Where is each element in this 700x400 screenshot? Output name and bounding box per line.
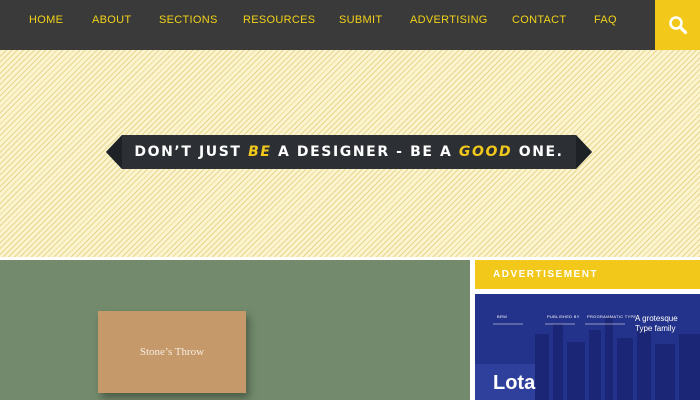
search-icon (668, 16, 687, 35)
business-card: Stone’s Throw (98, 311, 246, 393)
nav-item-home[interactable]: HOME (29, 14, 63, 26)
tagline-part: DON’T JUST (134, 144, 249, 160)
nav-item-about[interactable]: ABOUT (92, 14, 131, 26)
business-card-text: Stone’s Throw (139, 346, 205, 358)
ad-tagline: A grotesque Type family (635, 314, 678, 334)
nav-item-sections[interactable]: SECTIONS (159, 14, 218, 26)
advertisement-banner[interactable]: BRW PUBLISHED BY PROGRAMMATIC TYPE A gro… (475, 294, 700, 400)
tagline-text: DON’T JUST BE A DESIGNER - BE A GOOD ONE… (106, 135, 592, 169)
nav-item-faq[interactable]: FAQ (594, 14, 617, 26)
tagline-part: A DESIGNER - BE A (271, 144, 459, 160)
advertisement-heading: ADVERTISEMENT (475, 260, 700, 289)
ad-small-label: PROGRAMMATIC TYPE (587, 314, 637, 319)
nav-item-contact[interactable]: CONTACT (512, 14, 566, 26)
tagline-ribbon: DON’T JUST BE A DESIGNER - BE A GOOD ONE… (106, 135, 592, 169)
tagline-part: ONE. (512, 144, 564, 160)
ad-small-label: BRW (497, 314, 508, 319)
ad-small-label: PUBLISHED BY (547, 314, 580, 319)
tagline-highlight-good: GOOD (458, 144, 513, 160)
nav-item-advertising[interactable]: ADVERTISING (410, 14, 488, 26)
nav-item-resources[interactable]: RESOURCES (243, 14, 315, 26)
advertisement-heading-text: ADVERTISEMENT (493, 269, 599, 280)
ad-tagline-line: Type family (635, 324, 676, 333)
tagline-highlight-be: BE (248, 144, 272, 160)
ad-tagline-line: A grotesque (635, 314, 678, 323)
ad-brand-name: Lota (493, 372, 536, 394)
nav-item-submit[interactable]: SUBMIT (339, 14, 382, 26)
search-button[interactable] (655, 0, 700, 50)
top-navigation: HOME ABOUT SECTIONS RESOURCES SUBMIT ADV… (0, 0, 700, 50)
